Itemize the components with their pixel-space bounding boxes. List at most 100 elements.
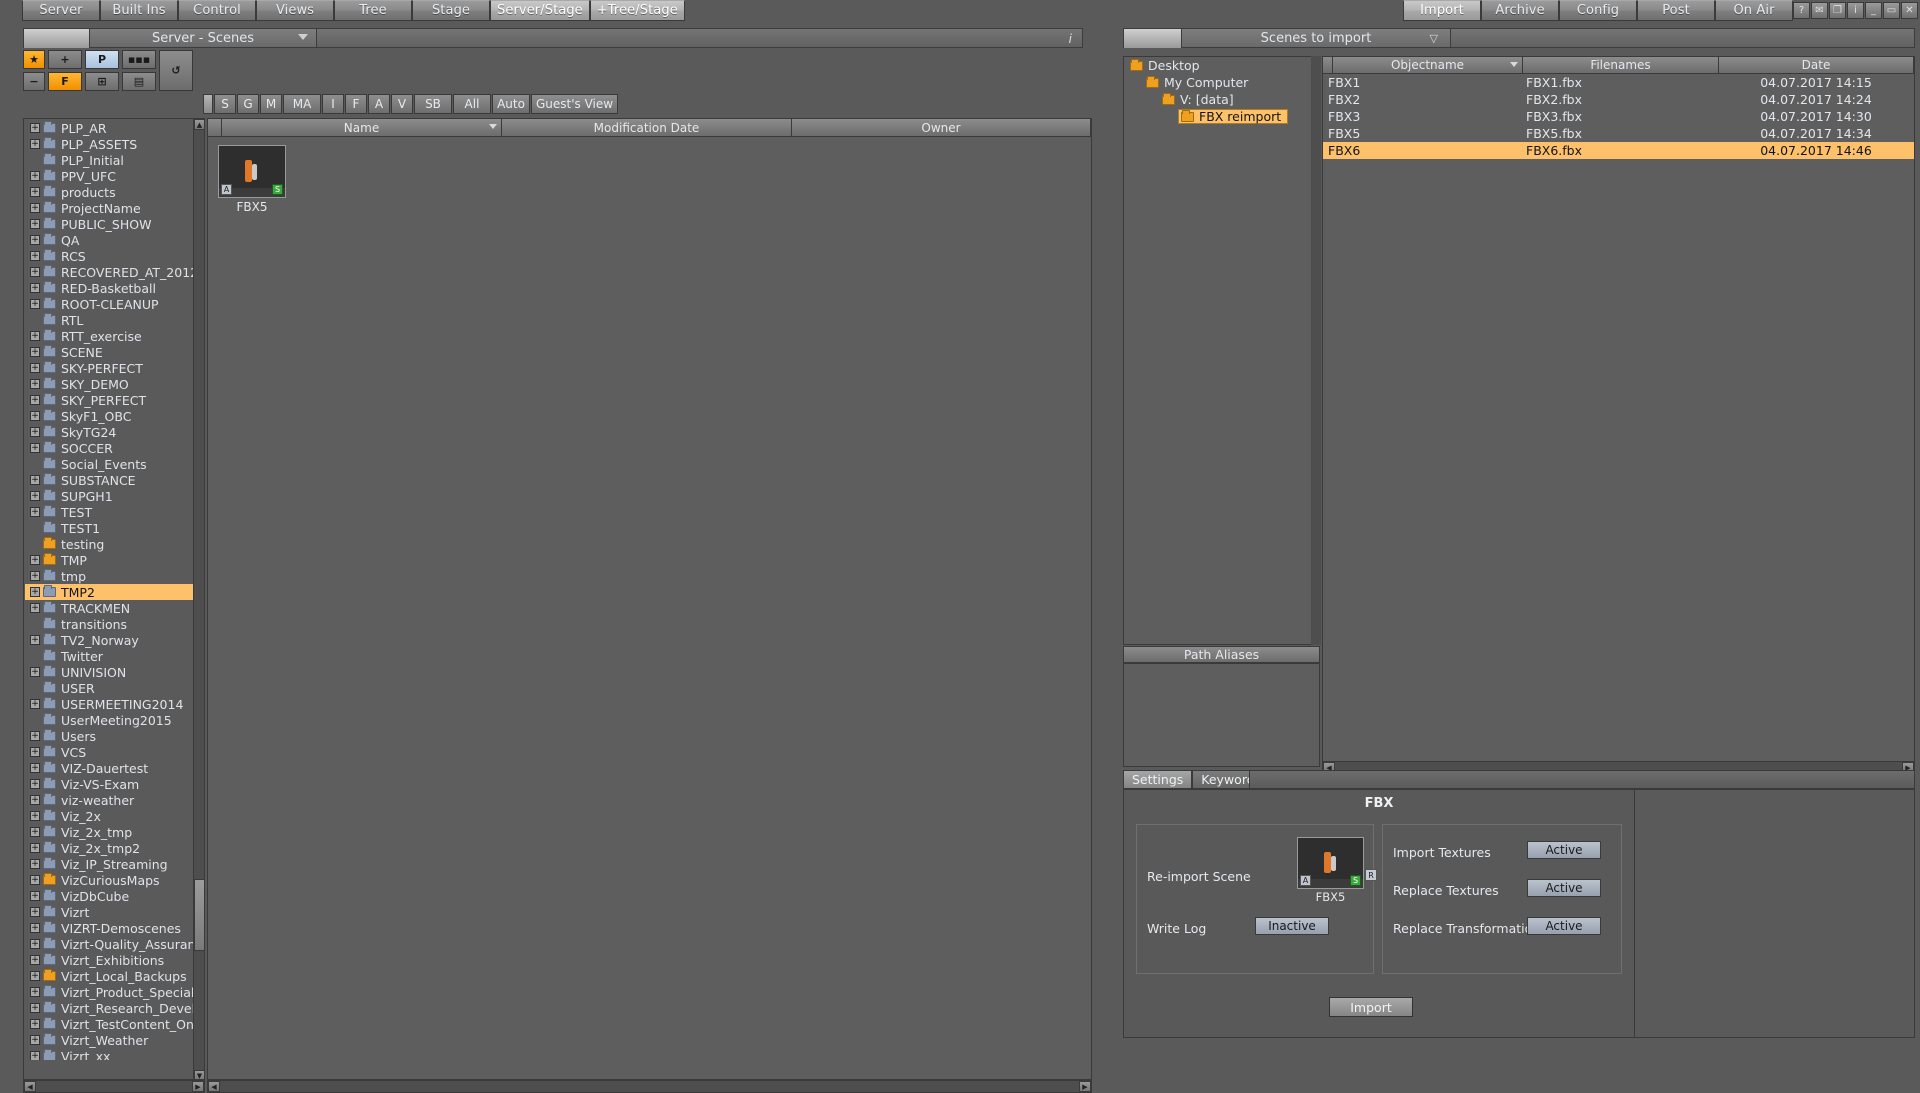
replace-textures-toggle[interactable]: Active — [1527, 879, 1601, 897]
tree-item-red-basketball[interactable]: + RED-Basketball — [25, 280, 197, 296]
chevron-down-icon[interactable] — [298, 34, 308, 40]
scroll-up-icon[interactable]: ▲ — [194, 119, 204, 130]
scroll-left-icon[interactable]: ◀ — [208, 1081, 220, 1092]
new-folder-button[interactable]: F — [48, 72, 82, 91]
maximize-icon[interactable]: ▭ — [1883, 2, 1900, 19]
left-panel-title[interactable]: Server - Scenes — [89, 28, 317, 48]
import-panel-tab-handle[interactable] — [1123, 28, 1183, 48]
tree-item-ppv-ufc[interactable]: + PPV_UFC — [25, 168, 197, 184]
expand-toggle-icon[interactable]: + — [30, 859, 40, 869]
import-button[interactable]: Import — [1329, 997, 1413, 1017]
expand-toggle-icon[interactable]: + — [30, 747, 40, 757]
menu-item-server-stage[interactable]: Server/Stage — [490, 0, 590, 21]
file-column-header-date[interactable]: Date — [1719, 57, 1914, 74]
tree-item-plp-assets[interactable]: + PLP_ASSETS — [25, 136, 197, 152]
menu-item-on-air[interactable]: On Air — [1715, 0, 1793, 21]
expand-toggle-icon[interactable]: + — [30, 235, 40, 245]
tree-item-root-cleanup[interactable]: + ROOT-CLEANUP — [25, 296, 197, 312]
filter-s[interactable]: S — [214, 94, 236, 114]
expand-toggle-icon[interactable]: + — [30, 939, 40, 949]
expand-toggle-icon[interactable]: + — [30, 1035, 40, 1045]
tree-item-rtt-exercise[interactable]: + RTT_exercise — [25, 328, 197, 344]
dir-tree-item-v-data-[interactable]: V: [data] — [1124, 91, 1319, 108]
expand-toggle-icon[interactable]: + — [30, 379, 40, 389]
tree-item-substance[interactable]: + SUBSTANCE — [25, 472, 197, 488]
tree-item-vizrt-product-specialists[interactable]: + Vizrt_Product_Specialists — [25, 984, 197, 1000]
filter-sb[interactable]: SB — [414, 94, 452, 114]
expand-toggle-icon[interactable]: + — [30, 203, 40, 213]
import-directory-tree-scrollbar[interactable] — [1311, 56, 1321, 645]
table-row[interactable]: FBX5 FBX5.fbx 04.07.2017 14:34 — [1323, 125, 1914, 142]
filter-m[interactable]: M — [260, 94, 282, 114]
tree-item-plp-initial[interactable]: PLP_Initial — [25, 152, 197, 168]
expand-toggle-icon[interactable]: + — [30, 331, 40, 341]
menu-item-import[interactable]: Import — [1403, 0, 1481, 21]
tree-item-soccer[interactable]: + SOCCER — [25, 440, 197, 456]
dir-tree-item-desktop[interactable]: Desktop — [1124, 57, 1319, 74]
expand-toggle-icon[interactable]: + — [30, 251, 40, 261]
filter-g[interactable]: G — [237, 94, 259, 114]
tree-item-usermeeting2014[interactable]: + USERMEETING2014 — [25, 696, 197, 712]
filter-ma[interactable]: MA — [283, 94, 321, 114]
tree-item-user[interactable]: USER — [25, 680, 197, 696]
menu-item-built-ins[interactable]: Built Ins — [100, 0, 178, 21]
filter-auto[interactable]: Auto — [492, 94, 530, 114]
tree-item-recovered-at-2012[interactable]: + RECOVERED_AT_2012 — [25, 264, 197, 280]
filter-f[interactable]: F — [345, 94, 367, 114]
menu-item-config[interactable]: Config — [1559, 0, 1637, 21]
dir-tree-item-my-computer[interactable]: My Computer — [1124, 74, 1319, 91]
expand-toggle-icon[interactable]: + — [30, 667, 40, 677]
tree-item-plp-ar[interactable]: + PLP_AR — [25, 120, 197, 136]
import-directory-tree[interactable]: Desktop My Computer V: [data] FBX reimport — [1123, 56, 1320, 645]
tree-item-viz-ip-streaming[interactable]: + Viz_IP_Streaming — [25, 856, 197, 872]
expand-toggle-icon[interactable]: + — [30, 219, 40, 229]
expand-toggle-icon[interactable]: + — [30, 267, 40, 277]
tab-settings[interactable]: Settings — [1123, 770, 1193, 789]
menu-item-server[interactable]: Server — [22, 0, 100, 21]
tree-item-skyf1-obc[interactable]: + SkyF1_OBC — [25, 408, 197, 424]
expand-toggle-icon[interactable]: + — [30, 955, 40, 965]
tree-item-test1[interactable]: TEST1 — [25, 520, 197, 536]
tree-item-scene[interactable]: + SCENE — [25, 344, 197, 360]
expand-toggle-icon[interactable]: + — [30, 491, 40, 501]
tree-item-tmp2[interactable]: + TMP2 — [25, 584, 197, 600]
tree-item-vizrt-xx[interactable]: + Vizrt_xx — [25, 1048, 197, 1060]
expand-toggle-icon[interactable]: + — [30, 299, 40, 309]
expand-toggle-icon[interactable]: + — [30, 395, 40, 405]
expand-toggle-icon[interactable]: + — [30, 555, 40, 565]
expand-toggle-icon[interactable]: + — [30, 827, 40, 837]
expand-toggle-icon[interactable]: + — [30, 171, 40, 181]
expand-toggle-icon[interactable]: + — [30, 635, 40, 645]
filter-all[interactable]: All — [453, 94, 491, 114]
menu-item-stage[interactable]: Stage — [412, 0, 490, 21]
tree-item-sky-demo[interactable]: + SKY_DEMO — [25, 376, 197, 392]
tree-item-rcs[interactable]: + RCS — [25, 248, 197, 264]
help-icon[interactable]: ? — [1793, 2, 1810, 19]
expand-toggle-icon[interactable]: + — [30, 699, 40, 709]
tree-item-tmp[interactable]: + TMP — [25, 552, 197, 568]
import-file-list[interactable]: Objectname Filenames Date FBX1 FBX1.fbx 04… — [1322, 56, 1915, 767]
tree-item-sky-perfect[interactable]: + SKY-PERFECT — [25, 360, 197, 376]
tree-item-projectname[interactable]: + ProjectName — [25, 200, 197, 216]
table-row[interactable]: FBX6 FBX6.fbx 04.07.2017 14:46 — [1323, 142, 1914, 159]
folder-tree-horizontal-scrollbar[interactable]: ◀ ▶ — [23, 1080, 205, 1093]
scene-content-horizontal-scrollbar[interactable]: ◀ ▶ — [207, 1080, 1092, 1093]
tree-item-supgh1[interactable]: + SUPGH1 — [25, 488, 197, 504]
expand-toggle-icon[interactable]: + — [30, 283, 40, 293]
expand-toggle-icon[interactable]: + — [30, 731, 40, 741]
tree-item-tv2-norway[interactable]: + TV2_Norway — [25, 632, 197, 648]
tree-item-skytg24[interactable]: + SkyTG24 — [25, 424, 197, 440]
refresh-button[interactable]: ↺ — [159, 50, 193, 91]
filter-v[interactable]: V — [391, 94, 413, 114]
write-log-toggle[interactable]: Inactive — [1255, 917, 1329, 935]
menu-item-control[interactable]: Control — [178, 0, 256, 21]
tree-item-qa[interactable]: + QA — [25, 232, 197, 248]
tree-item-test[interactable]: + TEST — [25, 504, 197, 520]
tree-item-sky-perfect[interactable]: + SKY_PERFECT — [25, 392, 197, 408]
expand-toggle-icon[interactable]: + — [30, 1019, 40, 1029]
tree-item-vizrt-local-backups[interactable]: + Vizrt_Local_Backups — [25, 968, 197, 984]
chevron-down-icon[interactable]: ▽ — [1430, 32, 1438, 45]
column-header-modification-date[interactable]: Modification Date — [502, 119, 792, 137]
scroll-left-icon[interactable]: ◀ — [24, 1081, 36, 1092]
mail-icon[interactable]: ✉ — [1811, 2, 1828, 19]
